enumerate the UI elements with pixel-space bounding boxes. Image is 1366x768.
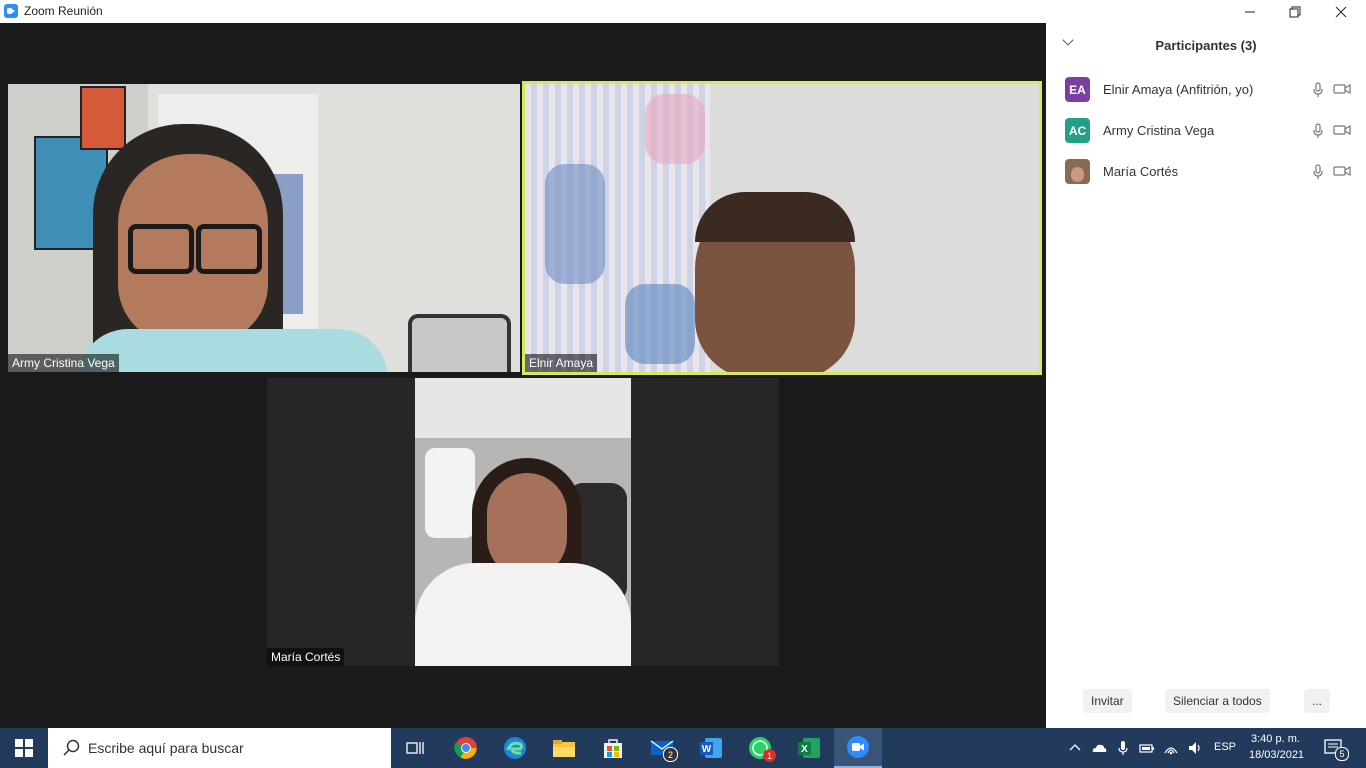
task-view-icon[interactable] bbox=[392, 728, 440, 768]
mic-icon[interactable] bbox=[1312, 164, 1324, 180]
title-bar: Zoom Reunión bbox=[0, 0, 1366, 23]
file-explorer-icon[interactable] bbox=[540, 728, 588, 768]
chair bbox=[408, 314, 511, 372]
participant-name: Elnir Amaya (Anfitrión, yo) bbox=[1103, 82, 1254, 97]
person-hair bbox=[695, 192, 855, 242]
participant-name: Army Cristina Vega bbox=[1103, 123, 1215, 138]
battery-icon[interactable] bbox=[1139, 740, 1155, 756]
microsoft-store-icon[interactable] bbox=[589, 728, 637, 768]
mic-icon[interactable] bbox=[1312, 82, 1324, 98]
video-tile-army-cristina-vega[interactable]: Army Cristina Vega bbox=[8, 84, 520, 372]
video-gallery: Army Cristina Vega Elnir Amaya María Cor… bbox=[0, 23, 1046, 728]
participant-row[interactable]: EA Elnir Amaya (Anfitrión, yo) bbox=[1046, 72, 1366, 106]
video-camera-icon[interactable] bbox=[1333, 165, 1351, 177]
car-roof bbox=[415, 378, 631, 438]
avatar-photo bbox=[1071, 167, 1084, 182]
windows-taskbar: Escribe aquí para buscar 2 W 1 X ESP 3:4… bbox=[0, 728, 1366, 768]
mail-badge: 2 bbox=[663, 747, 678, 762]
glasses bbox=[128, 224, 194, 274]
svg-text:X: X bbox=[801, 744, 808, 755]
participant-name-label: Elnir Amaya bbox=[525, 354, 598, 372]
excel-icon[interactable]: X bbox=[785, 728, 833, 768]
notification-count-badge: 5 bbox=[1335, 747, 1349, 761]
participant-row[interactable]: AC Army Cristina Vega bbox=[1046, 113, 1366, 147]
participant-name: María Cortés bbox=[1103, 164, 1179, 179]
mail-icon[interactable]: 2 bbox=[638, 728, 686, 768]
minimize-button[interactable] bbox=[1227, 0, 1273, 23]
chrome-icon[interactable] bbox=[442, 728, 490, 768]
search-icon bbox=[63, 739, 80, 756]
edge-icon[interactable] bbox=[491, 728, 539, 768]
svg-text:W: W bbox=[702, 744, 712, 755]
participants-header: Participantes (3) bbox=[1046, 23, 1366, 67]
glasses bbox=[196, 224, 262, 274]
whatsapp-icon[interactable]: 1 bbox=[736, 728, 784, 768]
restore-button[interactable] bbox=[1272, 0, 1318, 23]
participant-row[interactable]: María Cortés bbox=[1046, 154, 1366, 188]
participants-title: Participantes (3) bbox=[1155, 38, 1257, 53]
video-camera-icon[interactable] bbox=[1333, 83, 1351, 95]
participants-panel: Participantes (3) EA Elnir Amaya (Anfitr… bbox=[1046, 23, 1366, 728]
curtain-pattern bbox=[545, 164, 605, 284]
more-options-button[interactable]: ... bbox=[1304, 689, 1331, 713]
wifi-icon[interactable] bbox=[1163, 740, 1179, 756]
participant-name-label: María Cortés bbox=[267, 648, 345, 666]
close-icon bbox=[1335, 6, 1347, 17]
mute-all-button[interactable]: Silenciar a todos bbox=[1165, 689, 1270, 713]
avatar bbox=[1065, 159, 1090, 184]
car-window bbox=[425, 448, 475, 538]
taskbar-search[interactable]: Escribe aquí para buscar bbox=[48, 728, 391, 768]
video-tile-maria-cortes[interactable]: María Cortés bbox=[267, 378, 779, 666]
participant-name-label: Army Cristina Vega bbox=[8, 354, 119, 372]
avatar: EA bbox=[1065, 77, 1090, 102]
start-button[interactable] bbox=[0, 728, 48, 768]
volume-icon[interactable] bbox=[1187, 740, 1203, 756]
chevron-up-icon[interactable] bbox=[1067, 740, 1083, 756]
video-tile-elnir-amaya[interactable]: Elnir Amaya bbox=[522, 81, 1042, 375]
zoom-app-icon bbox=[4, 4, 18, 18]
video-camera-icon[interactable] bbox=[1333, 124, 1351, 136]
clock-date[interactable]: 18/03/2021 bbox=[1249, 749, 1304, 761]
language-indicator[interactable]: ESP bbox=[1214, 741, 1236, 753]
word-icon[interactable]: W bbox=[687, 728, 735, 768]
whatsapp-badge: 1 bbox=[763, 749, 776, 762]
curtain-pattern bbox=[645, 94, 705, 164]
painting bbox=[80, 86, 126, 150]
window-title: Zoom Reunión bbox=[24, 4, 103, 18]
clock-time[interactable]: 3:40 p. m. bbox=[1251, 733, 1300, 745]
mic-icon[interactable] bbox=[1312, 123, 1324, 139]
close-button[interactable] bbox=[1318, 0, 1364, 23]
avatar: AC bbox=[1065, 118, 1090, 143]
zoom-icon[interactable] bbox=[834, 728, 882, 768]
person-shirt bbox=[415, 563, 631, 666]
invite-button[interactable]: Invitar bbox=[1083, 689, 1132, 713]
onedrive-icon[interactable] bbox=[1091, 740, 1107, 756]
search-placeholder: Escribe aquí para buscar bbox=[88, 740, 244, 756]
minimize-icon bbox=[1245, 11, 1255, 12]
curtain-pattern bbox=[625, 284, 695, 364]
windows-logo-icon bbox=[15, 739, 33, 757]
restore-icon bbox=[1289, 6, 1301, 17]
microphone-icon[interactable] bbox=[1115, 740, 1131, 756]
person-shirt bbox=[78, 329, 388, 372]
